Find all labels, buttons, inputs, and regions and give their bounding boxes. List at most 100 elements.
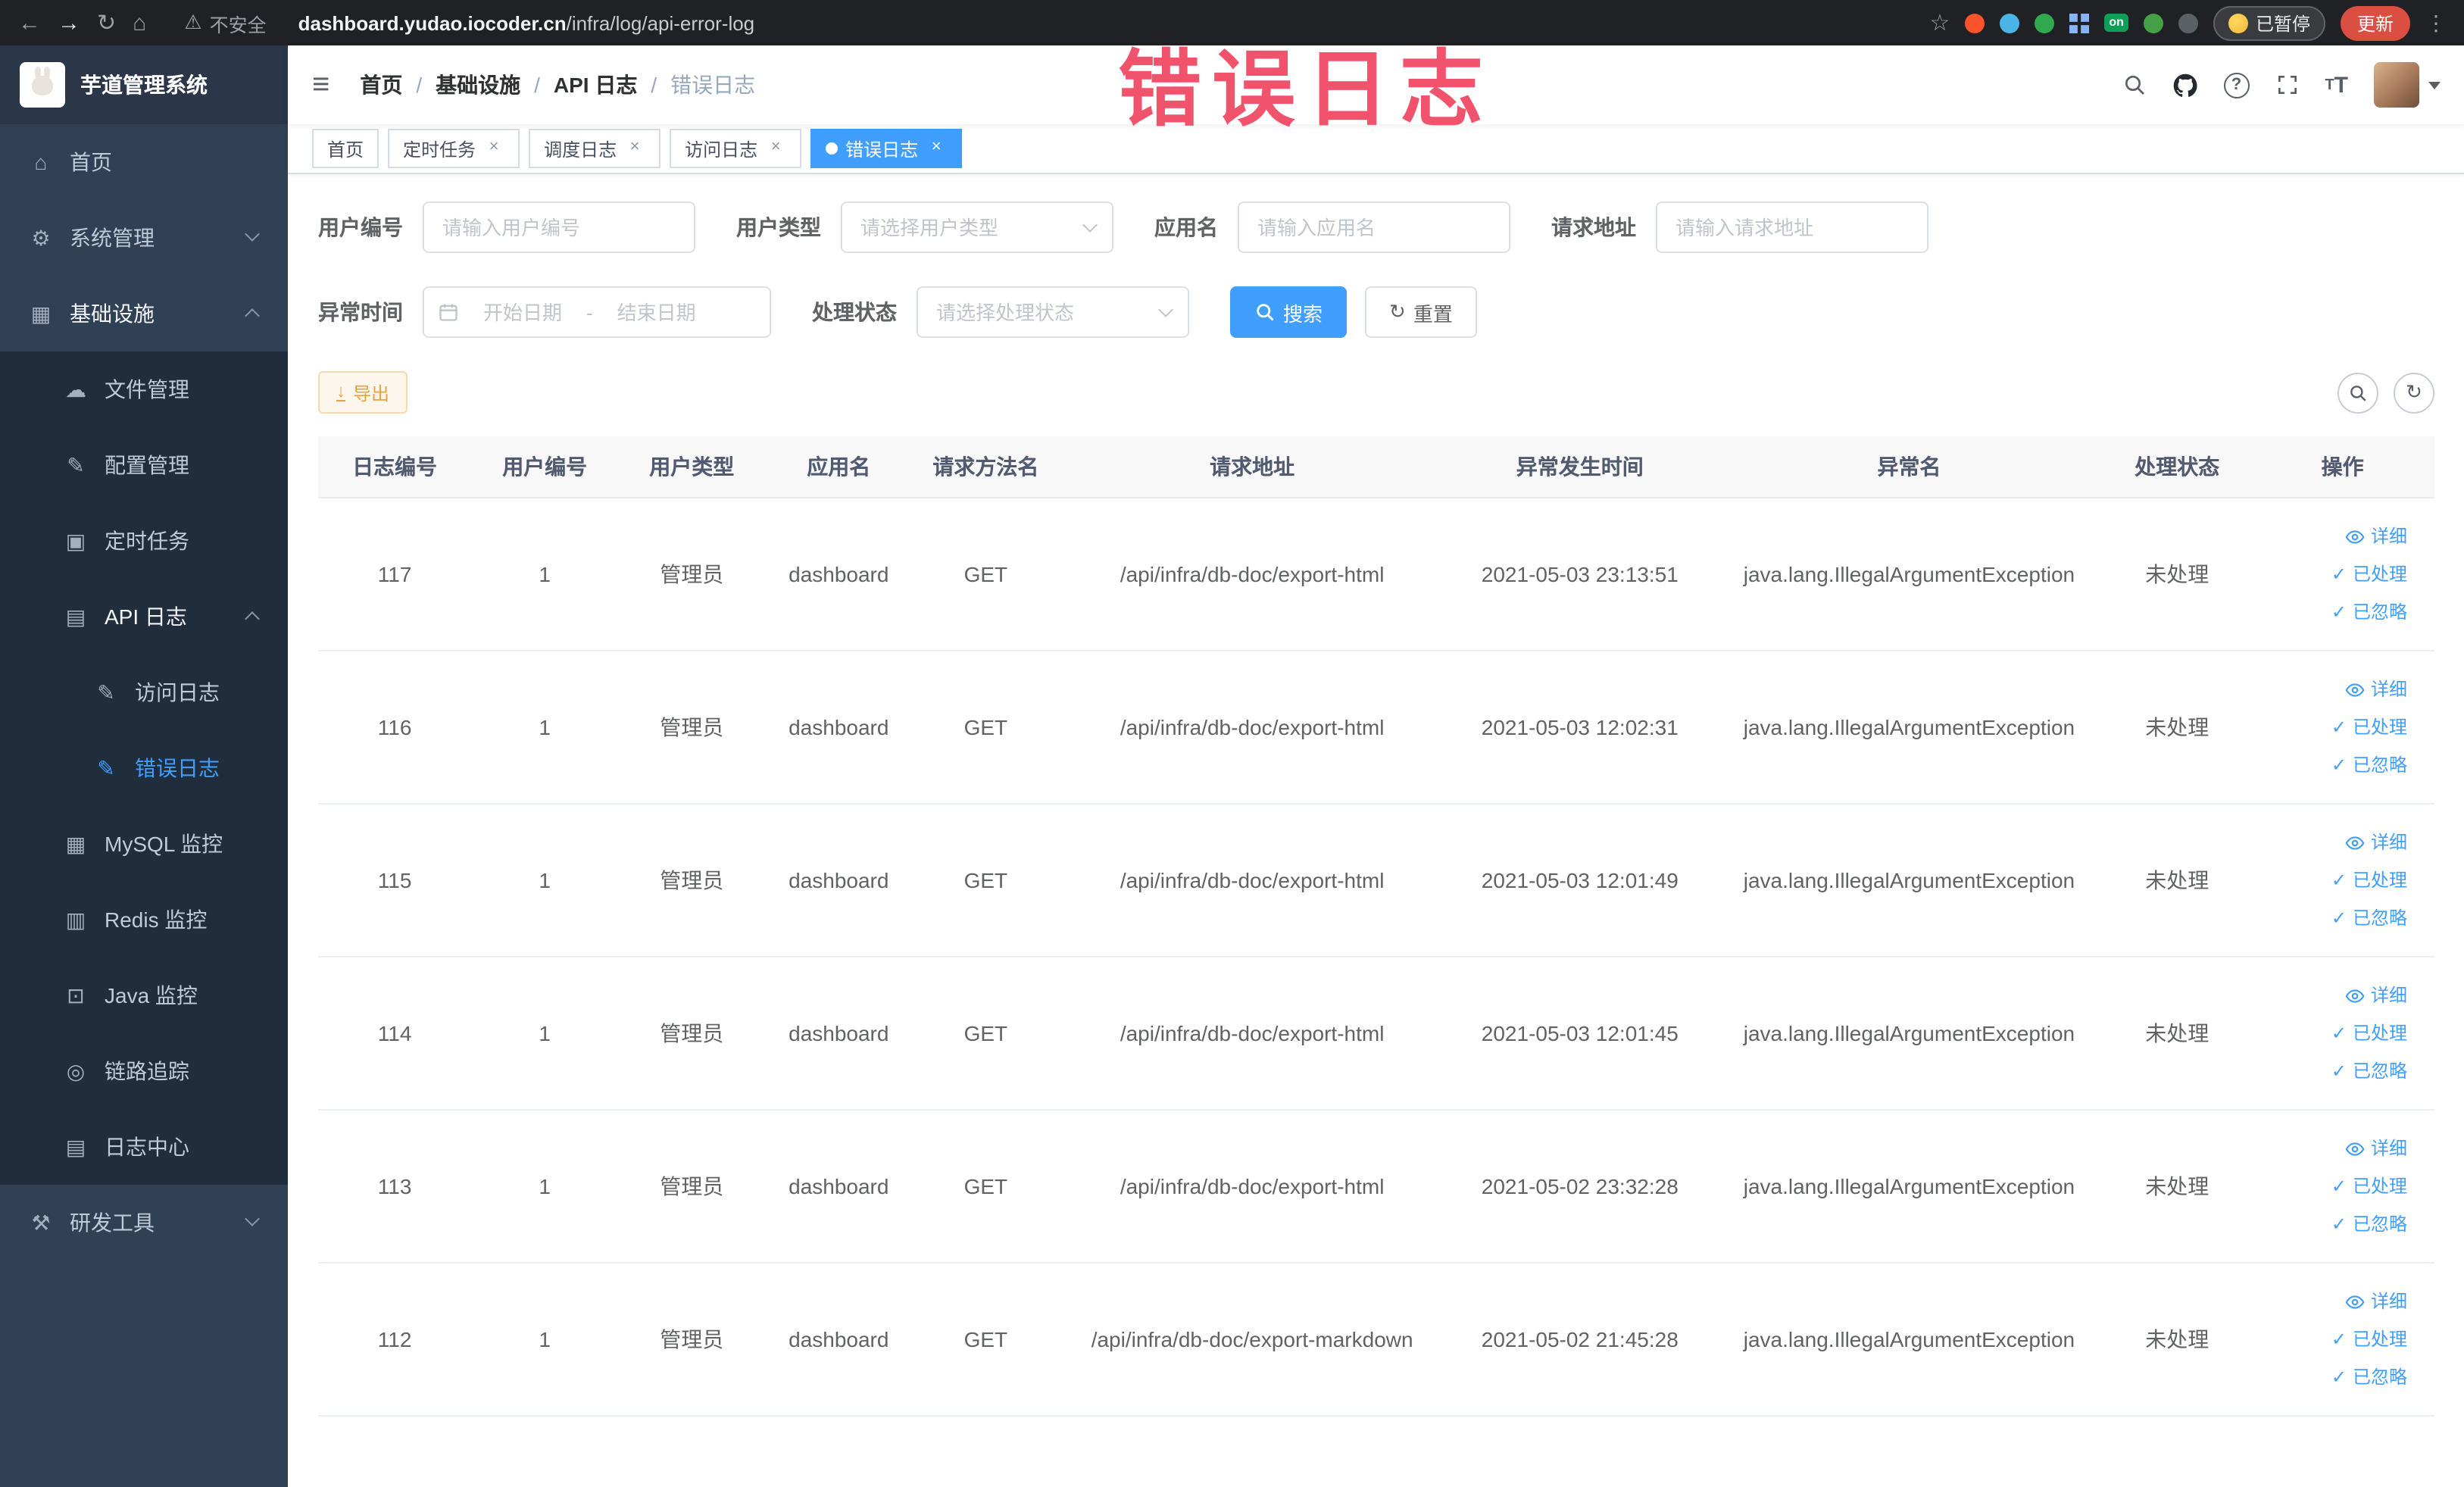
file-icon: ☁ [65, 376, 86, 401]
github-icon[interactable] [2172, 72, 2197, 98]
detail-link[interactable]: 详细 [2259, 976, 2407, 1014]
sidebar-item-system-management[interactable]: ⚙ 系统管理 [0, 200, 288, 276]
sidebar-toggle-icon[interactable]: ≡ [312, 67, 329, 102]
tag-error-log[interactable]: 错误日志 × [810, 129, 963, 168]
extension-on-badge[interactable]: on [2104, 14, 2128, 32]
extension-icon-green[interactable] [2035, 13, 2055, 33]
sidebar-item-log-center[interactable]: ▤ 日志中心 [0, 1109, 288, 1185]
sidebar-item-java-monitor[interactable]: ⊡ Java 监控 [0, 957, 288, 1033]
ignored-link[interactable]: ✓ 已忽略 [2259, 593, 2407, 631]
status-select[interactable] [917, 286, 1189, 338]
back-icon[interactable]: ← [18, 11, 41, 34]
sidebar-item-file-management[interactable]: ☁ 文件管理 [0, 351, 288, 427]
reset-button[interactable]: ↻ 重置 [1365, 286, 1477, 338]
refresh-table-button[interactable]: ↻ [2394, 372, 2434, 413]
tag-label: 错误日志 [845, 139, 919, 160]
ignored-link[interactable]: ✓ 已忽略 [2259, 1358, 2407, 1396]
extension-icon-red[interactable] [1965, 13, 1985, 33]
search-button[interactable]: 搜索 [1230, 286, 1348, 338]
tag-scheduled-jobs[interactable]: 定时任务 × [388, 129, 520, 168]
app-name-input[interactable] [1238, 201, 1510, 253]
user-id-input[interactable] [423, 201, 695, 253]
tag-access-log[interactable]: 访问日志 × [670, 129, 802, 168]
reload-icon[interactable]: ↻ [97, 11, 116, 34]
close-icon[interactable]: × [926, 138, 947, 159]
ignored-link[interactable]: ✓ 已忽略 [2259, 899, 2407, 937]
processed-link[interactable]: ✓ 已处理 [2259, 555, 2407, 593]
address-bar[interactable]: dashboard.yudao.iocoder.cn/infra/log/api… [298, 11, 755, 34]
user-type-select[interactable] [841, 201, 1113, 253]
home-icon[interactable]: ⌂ [133, 11, 146, 34]
detail-link[interactable]: 详细 [2259, 517, 2407, 555]
breadcrumb-item[interactable]: API 日志 [554, 70, 637, 100]
processed-link[interactable]: ✓ 已处理 [2259, 1320, 2407, 1358]
breadcrumb-item[interactable]: 基础设施 [436, 70, 520, 100]
sidebar-item-api-logs[interactable]: ▤ API 日志 [0, 579, 288, 654]
browser-menu-icon[interactable]: ⋮ [2425, 10, 2447, 36]
sidebar-item-error-log[interactable]: ✎ 错误日志 [0, 730, 288, 806]
job-icon: ▣ [65, 528, 86, 552]
sidebar-item-label: 首页 [70, 150, 112, 174]
cell-log-id: 117 [318, 498, 472, 651]
sidebar-item-scheduled-jobs[interactable]: ▣ 定时任务 [0, 503, 288, 579]
forward-icon[interactable]: → [58, 11, 80, 34]
sidebar-item-dev-tools[interactable]: ⚒ 研发工具 [0, 1185, 288, 1261]
close-icon[interactable]: × [765, 138, 786, 159]
sidebar-item-config-management[interactable]: ✎ 配置管理 [0, 427, 288, 503]
security-label: 不安全 [209, 14, 267, 36]
detail-link[interactable]: 详细 [2259, 823, 2407, 861]
sidebar-item-home[interactable]: ⌂ 首页 [0, 124, 288, 200]
ignored-link[interactable]: ✓ 已忽略 [2259, 1205, 2407, 1243]
font-size-icon[interactable]: TT [2325, 72, 2348, 98]
ignored-link[interactable]: ✓ 已忽略 [2259, 1052, 2407, 1090]
url-domain: dashboard.yudao.iocoder.cn [298, 11, 567, 34]
sidebar-item-redis-monitor[interactable]: ▥ Redis 监控 [0, 882, 288, 957]
sidebar-item-infrastructure[interactable]: ▦ 基础设施 [0, 276, 288, 351]
user-menu[interactable] [2374, 62, 2441, 108]
toggle-search-button[interactable] [2338, 372, 2378, 413]
extension-icon-blue-drop[interactable] [2000, 13, 2020, 33]
processed-link[interactable]: ✓ 已处理 [2259, 1167, 2407, 1205]
start-date-input[interactable] [467, 301, 579, 323]
col-user-id: 用户编号 [471, 436, 619, 498]
bookmark-star-icon[interactable]: ☆ [1929, 11, 1950, 34]
detail-link[interactable]: 详细 [2259, 1129, 2407, 1167]
sidebar-item-label: 系统管理 [70, 226, 155, 250]
close-icon[interactable]: × [483, 138, 504, 159]
col-status: 处理状态 [2103, 436, 2251, 498]
export-button[interactable]: ↓ 导出 [318, 371, 408, 414]
detail-link[interactable]: 详细 [2259, 670, 2407, 708]
app-logo[interactable]: 芋道管理系统 [0, 45, 288, 124]
ignored-label: 已忽略 [2352, 907, 2407, 928]
close-icon[interactable]: × [624, 138, 645, 159]
processed-link[interactable]: ✓ 已处理 [2259, 1014, 2407, 1052]
paused-extension-badge[interactable]: 已暂停 [2213, 5, 2325, 40]
tag-home[interactable]: 首页 [312, 129, 379, 168]
sidebar: 芋道管理系统 ⌂ 首页 ⚙ 系统管理 ▦ 基础设施 ☁ 文件管理 ✎ 配置管理 … [0, 45, 288, 1487]
cell-method: GET [912, 957, 1060, 1111]
extension-icon-grid[interactable] [2069, 13, 2090, 33]
end-date-input[interactable] [600, 301, 713, 323]
browser-update-button[interactable]: 更新 [2340, 5, 2410, 40]
extension-icon-leaf[interactable] [2143, 13, 2163, 33]
user-avatar [2374, 62, 2419, 108]
search-icon[interactable] [2122, 73, 2146, 97]
ignored-link[interactable]: ✓ 已忽略 [2259, 746, 2407, 784]
extension-icon-paw[interactable] [2178, 13, 2198, 33]
detail-link[interactable]: 详细 [2259, 1282, 2407, 1320]
config-icon: ✎ [67, 452, 85, 476]
date-range-picker[interactable]: - [423, 286, 771, 338]
sidebar-item-tracing[interactable]: ◎ 链路追踪 [0, 1033, 288, 1109]
sidebar-item-access-log[interactable]: ✎ 访问日志 [0, 654, 288, 730]
sidebar-item-mysql-monitor[interactable]: ▦ MySQL 监控 [0, 806, 288, 882]
help-icon[interactable]: ? [2223, 72, 2250, 98]
processed-link[interactable]: ✓ 已处理 [2259, 861, 2407, 899]
processed-link[interactable]: ✓ 已处理 [2259, 708, 2407, 746]
site-security[interactable]: ⚠ 不安全 [184, 8, 266, 37]
request-url-input[interactable] [1656, 201, 1928, 253]
api-log-icon: ▤ [65, 604, 86, 628]
home-icon: ⌂ [34, 150, 48, 174]
fullscreen-icon[interactable] [2275, 73, 2299, 97]
breadcrumb-item[interactable]: 首页 [360, 70, 402, 100]
tag-schedule-log[interactable]: 调度日志 × [529, 129, 661, 168]
